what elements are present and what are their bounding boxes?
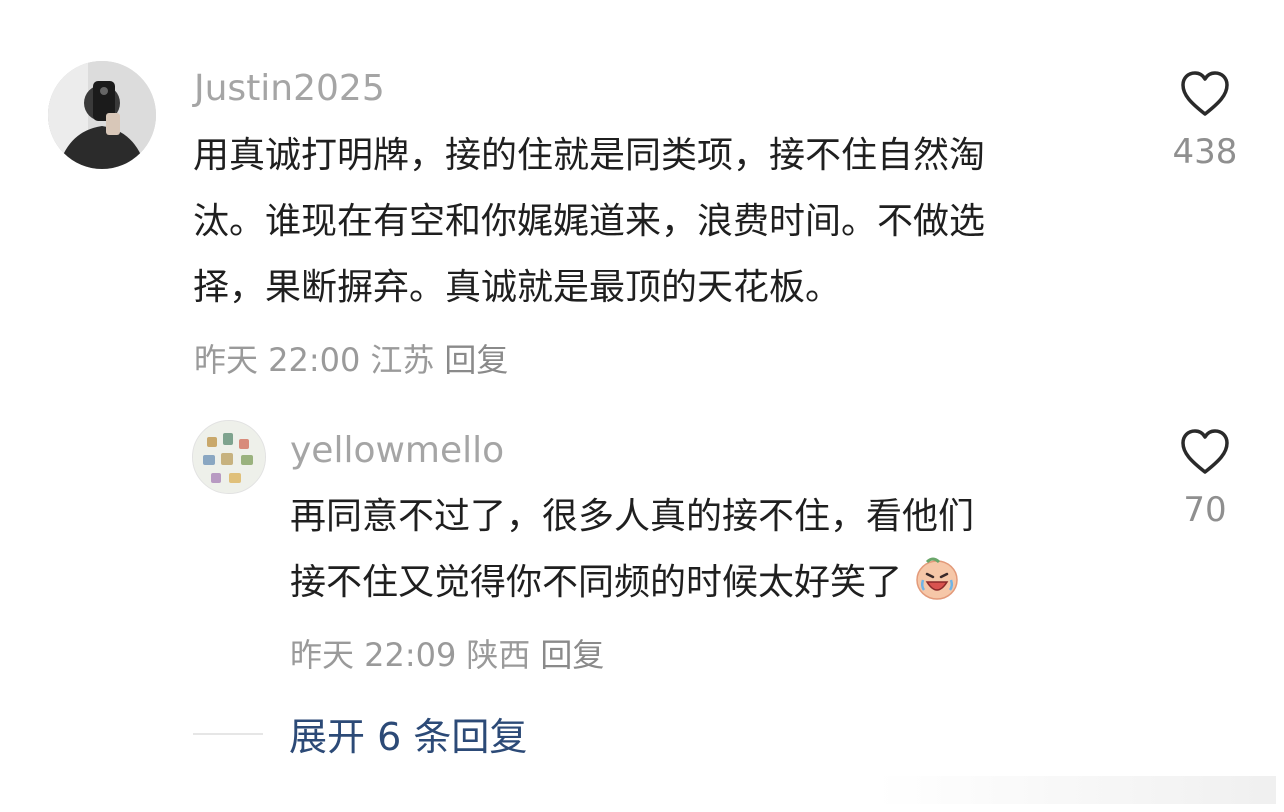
- like-count: 438: [1172, 132, 1238, 172]
- reply-text: 再同意不过了，很多人真的接不住，看他们 接不住又觉得你不同频的时候太好笑了: [290, 484, 974, 616]
- divider-line: [193, 732, 263, 735]
- avatar-image: [48, 61, 156, 169]
- laughing-cry-emoji-icon: [916, 557, 959, 600]
- reply-text-line: 再同意不过了，很多人真的接不住，看他们: [290, 496, 975, 537]
- comment-text-line: 择，果断摒弃。真诚就是最顶的天花板。: [193, 267, 842, 308]
- like-control[interactable]: 438: [1160, 70, 1250, 172]
- comment-location: 江苏: [370, 341, 435, 379]
- reply-like-count: 70: [1183, 490, 1227, 530]
- reply-button[interactable]: 回复: [444, 335, 508, 381]
- heart-outline-icon[interactable]: [1179, 70, 1231, 118]
- reply-time: 昨天 22:09: [290, 636, 457, 674]
- comment-meta: 昨天 22:00 江苏 回复: [194, 335, 508, 381]
- comment-text-line: 用真诚打明牌，接的住就是同类项，接不住自然淘: [193, 135, 986, 176]
- heart-outline-icon[interactable]: [1179, 428, 1231, 476]
- avatar-image: [193, 421, 265, 493]
- reply-meta: 昨天 22:09 陕西 回复: [290, 630, 604, 676]
- expand-replies-button[interactable]: 展开 6 条回复: [289, 706, 527, 761]
- comment-username[interactable]: Justin2025: [194, 68, 385, 109]
- avatar-yellowmello[interactable]: [192, 420, 266, 494]
- reply-username[interactable]: yellowmello: [290, 430, 504, 471]
- comment-time: 昨天 22:00: [194, 341, 361, 379]
- expand-replies-row: 展开 6 条回复: [193, 706, 527, 761]
- reply-text-line-with-emoji: 接不住又觉得你不同频的时候太好笑了: [290, 550, 974, 616]
- comment-text: 用真诚打明牌，接的住就是同类项，接不住自然淘 汰。谁现在有空和你娓娓道来，浪费时…: [193, 123, 985, 321]
- reply-button[interactable]: 回复: [540, 630, 604, 676]
- reply-like-control[interactable]: 70: [1160, 428, 1250, 530]
- avatar-justin2025[interactable]: [48, 61, 156, 169]
- reply-location: 陕西: [466, 636, 531, 674]
- watermark-strip: [876, 776, 1276, 804]
- reply-text-line: 接不住又觉得你不同频的时候太好笑了: [290, 562, 903, 603]
- comment-text-line: 汰。谁现在有空和你娓娓道来，浪费时间。不做选: [193, 201, 986, 242]
